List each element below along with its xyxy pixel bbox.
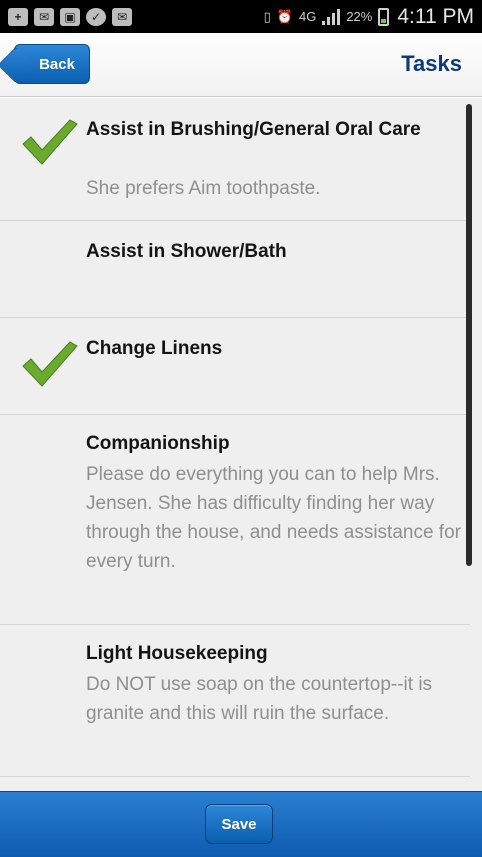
mail-icon: ✉ [112,7,132,26]
status-bar: + ✉ ▣ ✓ ✉ ▯ ⏰ 4G 22% 4:11 PM [0,0,482,33]
status-time: 4:11 PM [397,4,474,28]
back-button[interactable]: Back [0,44,90,84]
back-button-label: Back [39,55,75,73]
task-title: Change Linens [86,338,223,359]
vibrate-icon: ▯ [263,8,271,24]
network-4g-icon: 4G [298,9,317,24]
battery-icon [378,7,390,26]
task-note: Please do everything you can to help Mrs… [86,464,461,572]
task-title: Assist in Brushing/General Oral Care [86,119,421,140]
footer-bar: Save [0,791,482,857]
battery-percent: 22% [346,9,373,24]
back-arrow-icon [0,46,35,84]
signal-icon [322,8,341,25]
task-item-light-housekeeping[interactable]: Light Housekeeping Do NOT use soap on th… [0,625,470,777]
task-title: Light Housekeeping [86,643,268,664]
alarm-icon: ⏰ [276,8,293,24]
page-title: Tasks [401,51,462,76]
add-icon: + [8,7,28,26]
checkmark-icon [22,119,78,165]
scrollbar[interactable] [466,104,472,566]
task-item-companionship[interactable]: Companionship Please do everything you c… [0,415,470,625]
task-note: She prefers Aim toothpaste. [86,178,321,199]
task-title: Companionship [86,433,230,454]
header: Back Tasks [0,33,482,97]
check-icon: ✓ [86,7,106,26]
task-note: Do NOT use soap on the countertop--it is… [86,674,433,724]
task-title: Assist in Shower/Bath [86,241,287,262]
mail-icon: ✉ [34,7,54,26]
image-icon: ▣ [60,7,80,26]
task-item-shower-bath[interactable]: Assist in Shower/Bath [0,221,470,318]
task-item-oral-care[interactable]: Assist in Brushing/General Oral Care She… [0,98,470,221]
save-button[interactable]: Save [205,804,273,844]
task-item-change-linens[interactable]: Change Linens [0,318,470,415]
task-list[interactable]: Assist in Brushing/General Oral Care She… [0,98,482,791]
checkmark-icon [22,341,78,387]
